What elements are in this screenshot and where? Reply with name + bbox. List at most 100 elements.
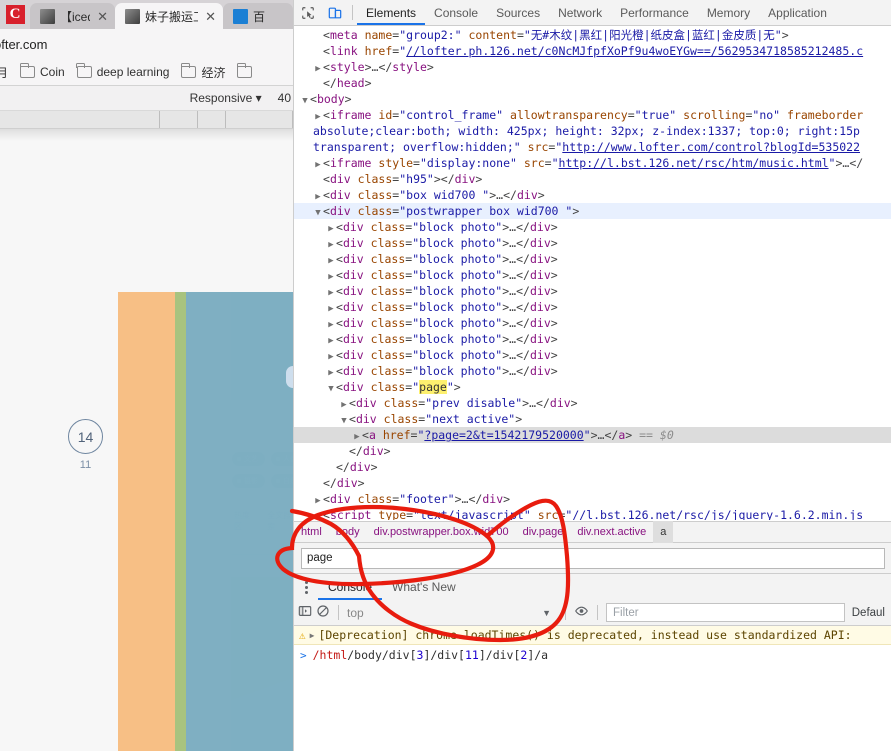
dom-token-lnk[interactable]: ?page=2&t=1542179520000 — [424, 428, 583, 442]
xpath-segment: ]/div[ — [478, 648, 521, 662]
bookmark-item[interactable]: Coin — [19, 63, 65, 79]
dom-tree-row[interactable]: ▶ <div class="block photo">…</div> — [294, 235, 891, 251]
dom-token-val: "postwrapper box wid700 " — [399, 204, 573, 218]
dom-tree-row[interactable]: transparent; overflow:hidden;" src="http… — [294, 139, 891, 155]
tab-performance[interactable]: Performance — [611, 0, 698, 25]
dom-token-punc — [351, 492, 358, 506]
drawer-tab-console[interactable]: Console — [318, 574, 382, 600]
dom-token-punc: </ — [516, 300, 530, 314]
dom-tree-row[interactable]: ▶ <div class="block photo">…</div> — [294, 299, 891, 315]
device-selector[interactable]: Responsive ▾ — [190, 91, 262, 105]
dom-tree-row[interactable]: <script type="text/javascript" src="//l.… — [294, 507, 891, 520]
browser-tab-3[interactable]: 百 — [223, 3, 293, 29]
dom-tree-row[interactable]: </div> — [294, 475, 891, 491]
drawer-tab-whats-new[interactable]: What's New — [382, 574, 466, 600]
expand-triangle-icon[interactable]: ▶ — [310, 631, 315, 640]
breadcrumb-item[interactable]: div.next.active — [570, 521, 653, 543]
dom-token-attr: href — [364, 44, 393, 58]
dom-token-punc: </ — [323, 476, 337, 490]
dom-token-lnk[interactable]: http://www.lofter.com/control?blogId=535… — [562, 140, 860, 154]
dom-tree-row[interactable]: ▶ <div class="footer">…</div> — [294, 491, 891, 507]
device-width-field[interactable]: 40 — [278, 91, 291, 105]
dom-tree-row[interactable]: ▶ <iframe id="control_frame" allowtranspa… — [294, 107, 891, 123]
dom-tree-row[interactable]: ▶ <div class="block photo">…</div> — [294, 251, 891, 267]
dom-tree-row[interactable]: <meta name="group2:" content="无#木纹|黑红|阳光… — [294, 27, 891, 43]
live-expression-eye-icon[interactable] — [574, 604, 589, 621]
dom-tree-row[interactable]: ▶ <div class="block photo">…</div> — [294, 283, 891, 299]
baidu-paw-favicon-icon — [233, 8, 248, 24]
tab-elements[interactable]: Elements — [357, 0, 425, 25]
close-tab-icon[interactable]: ✕ — [205, 10, 216, 23]
breadcrumb-item[interactable]: a — [653, 521, 674, 543]
tab-memory[interactable]: Memory — [698, 0, 759, 25]
dom-token-punc: > — [550, 332, 558, 346]
omnibox[interactable]: ofter.com — [0, 29, 293, 59]
dom-token-txt: … — [529, 396, 537, 410]
tab-console[interactable]: Console — [425, 0, 487, 25]
dom-token-lnk[interactable]: http://l.bst.126.net/rsc/htm/music.html — [559, 156, 829, 170]
dom-tree-row[interactable]: ▶ <style>…</style> — [294, 59, 891, 75]
dom-tree-row[interactable]: ▼ <body> — [294, 91, 891, 107]
dom-tree[interactable]: <meta name="group2:" content="无#木纹|黑红|阳光… — [294, 26, 891, 520]
dom-tree-row[interactable]: ▶ <iframe style="display:none" src="http:… — [294, 155, 891, 171]
browser-window: C 【icedragon ✕ 妹子搬运工 ✕ 百 ofter.com 月 — [0, 0, 293, 751]
tab-sources[interactable]: Sources — [487, 0, 549, 25]
dom-tree-row[interactable]: ▶ <div class="block photo">…</div> — [294, 267, 891, 283]
bookmark-item[interactable]: deep learning — [76, 63, 169, 79]
dom-token-tag: div — [342, 300, 364, 314]
page-viewport[interactable]: 文艺 人像 · 摄影 自然 · 热度区 全文搜索 14 — [0, 129, 293, 751]
folder-icon — [237, 63, 253, 78]
sidebar-toggle-icon[interactable] — [298, 604, 312, 621]
dom-tree-row[interactable]: ▶ <div class="block photo">…</div> — [294, 219, 891, 235]
dom-tree-row[interactable]: ▶ <div class="prev disable">…</div> — [294, 395, 891, 411]
dom-tree-row[interactable]: ▶ <div class="block photo">…</div> — [294, 331, 891, 347]
console-warning-row[interactable]: ⚠ ▶ [Deprecation] chrome.loadTimes() is … — [294, 626, 891, 645]
dom-tree-row[interactable]: </div> — [294, 459, 891, 475]
dom-tree-row[interactable]: ▶ <div class="block photo">…</div> — [294, 315, 891, 331]
dom-tree-row[interactable]: <link href="//lofter.ph.126.net/c0NcMJfp… — [294, 43, 891, 59]
bookmark-item[interactable] — [237, 63, 253, 78]
dom-tree-row[interactable]: </div> — [294, 443, 891, 459]
breadcrumb-item[interactable]: body — [329, 521, 367, 543]
bookmark-item[interactable]: 月 — [0, 64, 8, 81]
clear-console-icon[interactable] — [316, 604, 330, 621]
dom-tree-row[interactable]: ▶ <div class="block photo">…</div> — [294, 363, 891, 379]
dom-tree-row[interactable]: ▶ <div class="box wid700 ">…</div> — [294, 187, 891, 203]
dom-tree-row[interactable]: ▼ <div class="postwrapper box wid700 "> — [294, 203, 891, 219]
side-pill-badge — [286, 366, 293, 388]
device-toolbar-icon[interactable] — [321, 0, 348, 26]
console-eval-expression[interactable]: /html/body/div[3]/div[11]/div[2]/a — [313, 648, 548, 662]
dom-token-eq: == — [632, 428, 660, 442]
dom-token-lnk[interactable]: //lofter.ph.126.net/c0NcMJfpfXoPf9u4woEY… — [406, 44, 863, 58]
close-tab-icon[interactable]: ✕ — [97, 10, 108, 23]
tab-application[interactable]: Application — [759, 0, 836, 25]
execution-context-select[interactable]: top ▼ — [347, 606, 557, 620]
dom-token-tag: div — [529, 364, 551, 378]
brand-button[interactable]: C — [0, 0, 30, 29]
dom-tree-row[interactable]: ▶ <div class="block photo">…</div> — [294, 347, 891, 363]
dom-tree-row[interactable]: <div class="h95"></div> — [294, 171, 891, 187]
dom-tree-row[interactable]: •••▶<a href="?page=2&t=1542179520000">…<… — [294, 427, 891, 443]
inspect-element-icon[interactable] — [294, 0, 321, 26]
breadcrumb-item[interactable]: div.postwrapper.box.wid700 — [367, 521, 516, 543]
dom-search-input[interactable]: page — [301, 547, 885, 569]
tab-network[interactable]: Network — [549, 0, 611, 25]
browser-tab-label: 妹子搬运工 — [145, 9, 198, 24]
more-options-icon[interactable] — [294, 574, 318, 601]
browser-tab-1[interactable]: 【icedragon ✕ — [30, 3, 115, 29]
bookmark-item[interactable]: 经济 — [181, 63, 225, 81]
breadcrumb-item[interactable]: html — [294, 521, 329, 543]
dom-token-tag: div — [342, 348, 364, 362]
console-filter-input[interactable]: Filter — [606, 603, 845, 622]
dom-token-lnk[interactable]: //l.bst.126.net/rsc/js/jquery-1.6.2.min.… — [572, 508, 863, 520]
dom-token-punc: </ — [516, 284, 530, 298]
dom-tree-row[interactable]: ▼ <div class="next active"> — [294, 411, 891, 427]
dom-token-attr: class — [370, 380, 406, 394]
dom-tree-row[interactable]: ▼ <div class="page"> — [294, 379, 891, 395]
dom-tree-row[interactable]: </head> — [294, 75, 891, 91]
breadcrumb-item[interactable]: div.page — [516, 521, 571, 543]
browser-tab-2[interactable]: 妹子搬运工 ✕ — [115, 3, 223, 29]
dom-tree-row[interactable]: absolute;clear:both; width: 425px; heigh… — [294, 123, 891, 139]
console-log-levels-select[interactable]: Defaul — [849, 607, 888, 619]
dom-token-tag: div — [342, 364, 364, 378]
